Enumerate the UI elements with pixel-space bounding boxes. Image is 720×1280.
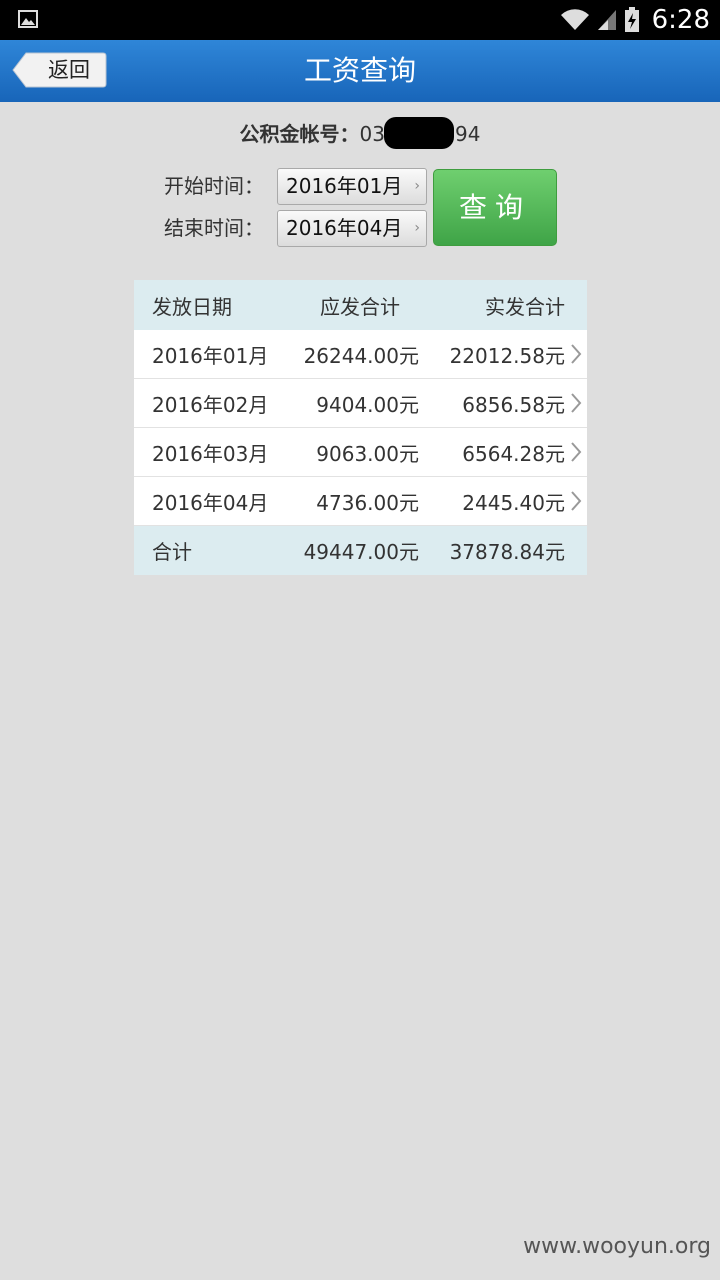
table-row[interactable]: 2016年01月 26244.00元 22012.58元 [134,330,587,379]
total-net: 37878.84元 [449,540,565,564]
chevron-right-icon: › [414,220,420,236]
row-net: 2445.40元 [462,490,565,515]
account-label: 公积金帐号： [239,122,360,146]
chevron-right-icon [570,379,582,427]
title-bar: 返回 工资查询 [0,40,720,102]
chevron-right-icon [570,330,582,378]
row-gross: 9404.00元 [316,392,419,417]
row-net: 6856.58元 [462,392,565,417]
row-gross: 26244.00元 [303,343,419,368]
status-time: 6:28 [651,5,710,35]
page-title: 工资查询 [303,54,416,87]
table-row[interactable]: 2016年04月 4736.00元 2445.40元 [134,477,587,526]
row-gross: 4736.00元 [316,490,419,515]
chevron-right-icon [570,477,582,525]
total-label: 合计 [152,540,192,564]
chevron-right-icon [570,428,582,476]
row-net: 6564.28元 [462,441,565,466]
table-total-row: 合计 49447.00元 37878.84元 [134,526,587,575]
query-button[interactable]: 查询 [433,169,557,246]
row-date: 2016年02月 [152,392,269,417]
watermark: www.wooyun.org [523,1234,711,1259]
end-time-label: 结束时间： [164,216,264,240]
row-net: 22012.58元 [449,343,565,368]
wifi-icon [560,9,589,31]
start-time-label: 开始时间： [164,174,264,198]
salary-table: 发放日期 应发合计 实发合计 2016年01月 26244.00元 22012.… [134,280,587,575]
row-date: 2016年01月 [152,343,269,368]
signal-icon [597,10,616,30]
column-header-gross: 应发合计 [320,294,400,319]
start-date-value: 2016年01月 [286,174,403,198]
battery-charging-icon [624,7,639,32]
row-date: 2016年04月 [152,490,269,515]
row-gross: 9063.00元 [316,441,419,466]
status-bar: 6:28 [0,0,720,40]
account-line: 公积金帐号：03 94 [0,116,720,152]
row-date: 2016年03月 [152,441,269,466]
total-gross: 49447.00元 [303,540,419,564]
end-date-select[interactable]: 2016年04月 › [277,210,427,247]
end-date-value: 2016年04月 [286,216,403,240]
image-icon [18,10,38,28]
column-header-net: 实发合计 [485,294,565,319]
account-value-suffix: 94 [455,122,481,146]
account-value-prefix: 03 [359,122,385,146]
table-row[interactable]: 2016年02月 9404.00元 6856.58元 [134,379,587,428]
redaction-mark [384,117,454,149]
start-date-select[interactable]: 2016年01月 › [277,168,427,205]
table-row[interactable]: 2016年03月 9063.00元 6564.28元 [134,428,587,477]
column-header-date: 发放日期 [152,294,232,319]
table-header-row: 发放日期 应发合计 实发合计 [134,280,587,330]
chevron-right-icon: › [414,178,420,194]
